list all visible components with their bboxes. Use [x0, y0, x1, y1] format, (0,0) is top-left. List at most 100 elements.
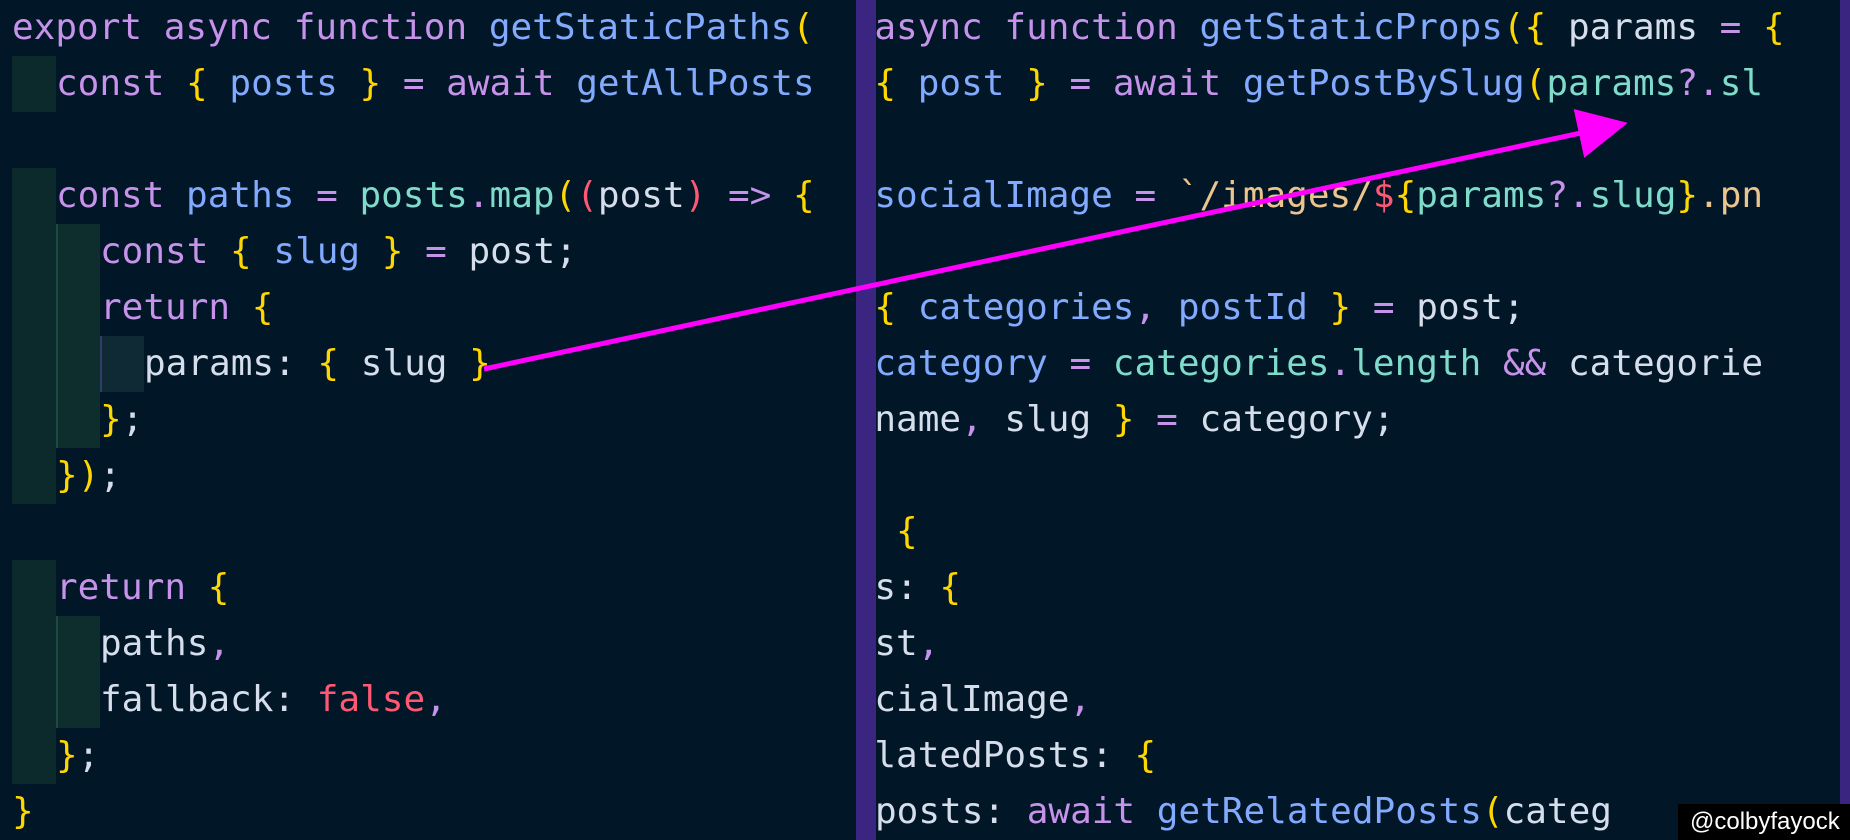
code-token: { [1134, 735, 1157, 776]
left-code-line[interactable]: } [0, 784, 34, 840]
code-token: $ [1372, 175, 1395, 216]
left-code-line[interactable]: }; [0, 728, 99, 784]
code-token: sl [1719, 63, 1764, 104]
code-token: { [876, 287, 918, 328]
indent-guide [12, 448, 56, 504]
left-code-line[interactable]: const paths = posts.map((post) => { [0, 168, 815, 224]
code-token: slug [360, 343, 470, 384]
left-code-line[interactable]: fallback: false, [0, 672, 447, 728]
code-token: ?. [1676, 63, 1720, 104]
code-token: relatedPosts [876, 735, 1092, 776]
code-token: = [316, 175, 360, 216]
right-code-line[interactable]: t socialImage = `/images/${params?.slug}… [876, 168, 1763, 224]
code-token: : [983, 791, 1027, 832]
right-code-line[interactable]: t { post } = await getPostBySlug(params?… [876, 56, 1763, 112]
code-token: ; [555, 231, 577, 272]
code-token: = [1719, 7, 1764, 48]
code-token: ; [77, 735, 100, 776]
code-token: await [446, 63, 577, 104]
left-code-line[interactable]: }; [0, 392, 143, 448]
code-token: post [1416, 287, 1503, 328]
right-code-line[interactable]: t { categories, postId } = post; [876, 280, 1525, 336]
indent-guide [12, 672, 56, 728]
left-code-line[interactable]: return { [0, 560, 229, 616]
indent-guide [56, 616, 100, 672]
left-code-line[interactable]: params: { slug } [0, 336, 491, 392]
indent-guide [56, 336, 100, 392]
code-token: ?. [1546, 175, 1590, 216]
code-token: { [317, 343, 361, 384]
code-token: , [917, 623, 940, 664]
code-token: categories [917, 287, 1135, 328]
right-code-line[interactable]: posts: await getRelatedPosts(categ [876, 784, 1612, 840]
code-token: { [939, 567, 962, 608]
code-token: socialImage [876, 175, 1135, 216]
code-token: ) [684, 175, 728, 216]
right-code-line[interactable]: post, [876, 616, 939, 672]
code-token: : [274, 343, 318, 384]
code-token: ) [77, 455, 100, 496]
code-token: = [1134, 175, 1178, 216]
code-token: getStaticProps [1199, 7, 1503, 48]
code-token: { [207, 567, 230, 608]
code-token: ( [1481, 791, 1504, 832]
code-token: params [1546, 63, 1677, 104]
indent-guide [12, 336, 56, 392]
left-editor-pane[interactable]: export async function getStaticPaths(con… [0, 0, 856, 840]
code-token: slug [1589, 175, 1677, 216]
code-token: await [1112, 63, 1243, 104]
code-token: posts [876, 791, 984, 832]
indent-guide [12, 168, 56, 224]
indent-guide [56, 224, 100, 280]
code-token: const [56, 63, 187, 104]
code-token: } [100, 399, 122, 440]
code-token: getRelatedPosts [1156, 791, 1482, 832]
right-code-line[interactable]: t category = categories.length && catego… [876, 336, 1763, 392]
code-token: slug [273, 231, 382, 272]
left-code-line[interactable] [0, 504, 12, 560]
left-code-line[interactable]: const { posts } = await getAllPosts [0, 56, 815, 112]
code-token: false [316, 679, 426, 720]
indent-guide [12, 392, 56, 448]
left-code-line[interactable]: paths, [0, 616, 230, 672]
right-code-line[interactable]: rn { [876, 504, 918, 560]
right-code-line[interactable]: ops: { [876, 560, 961, 616]
code-token: } [381, 231, 426, 272]
pane-divider[interactable] [856, 0, 876, 840]
left-code-line[interactable]: const { slug } = post; [0, 224, 577, 280]
code-token: = [1156, 399, 1200, 440]
right-code-line[interactable]: relatedPosts: { [876, 728, 1156, 784]
code-token: } [1676, 175, 1699, 216]
code-token: { [251, 287, 274, 328]
left-code-line[interactable]: export async function getStaticPaths( [0, 0, 814, 56]
code-token: slug [1004, 399, 1113, 440]
right-editor-pane[interactable]: t async function getStaticProps({ params… [876, 0, 1840, 840]
code-token: post [876, 623, 918, 664]
indent-guide [56, 672, 100, 728]
code-token: ( [1502, 7, 1525, 48]
code-token: { [230, 231, 274, 272]
indent-guide [12, 224, 56, 280]
right-code-line[interactable]: socialImage, [876, 672, 1091, 728]
code-token: , [1069, 679, 1092, 720]
code-token: ( [792, 7, 814, 48]
code-token: ; [1372, 399, 1395, 440]
right-code-line[interactable]: { name, slug } = category; [876, 392, 1395, 448]
code-token: = [1069, 343, 1113, 384]
code-token: ; [1502, 287, 1525, 328]
left-code-line[interactable]: }); [0, 448, 121, 504]
code-token: { [876, 63, 918, 104]
right-code-line[interactable]: t async function getStaticProps({ params… [876, 0, 1785, 56]
code-token: } [56, 735, 78, 776]
code-token: , [961, 399, 1005, 440]
code-token: getStaticPaths [488, 7, 793, 48]
code-token: : [273, 679, 317, 720]
indent-guide [100, 336, 144, 392]
left-code-line[interactable] [0, 112, 12, 168]
code-token: return [100, 287, 252, 328]
code-token: params [144, 343, 275, 384]
code-token: fallback [100, 679, 274, 720]
left-code-line[interactable]: return { [0, 280, 273, 336]
code-token: categ [1503, 791, 1612, 832]
right-edge-bar [1840, 0, 1850, 840]
